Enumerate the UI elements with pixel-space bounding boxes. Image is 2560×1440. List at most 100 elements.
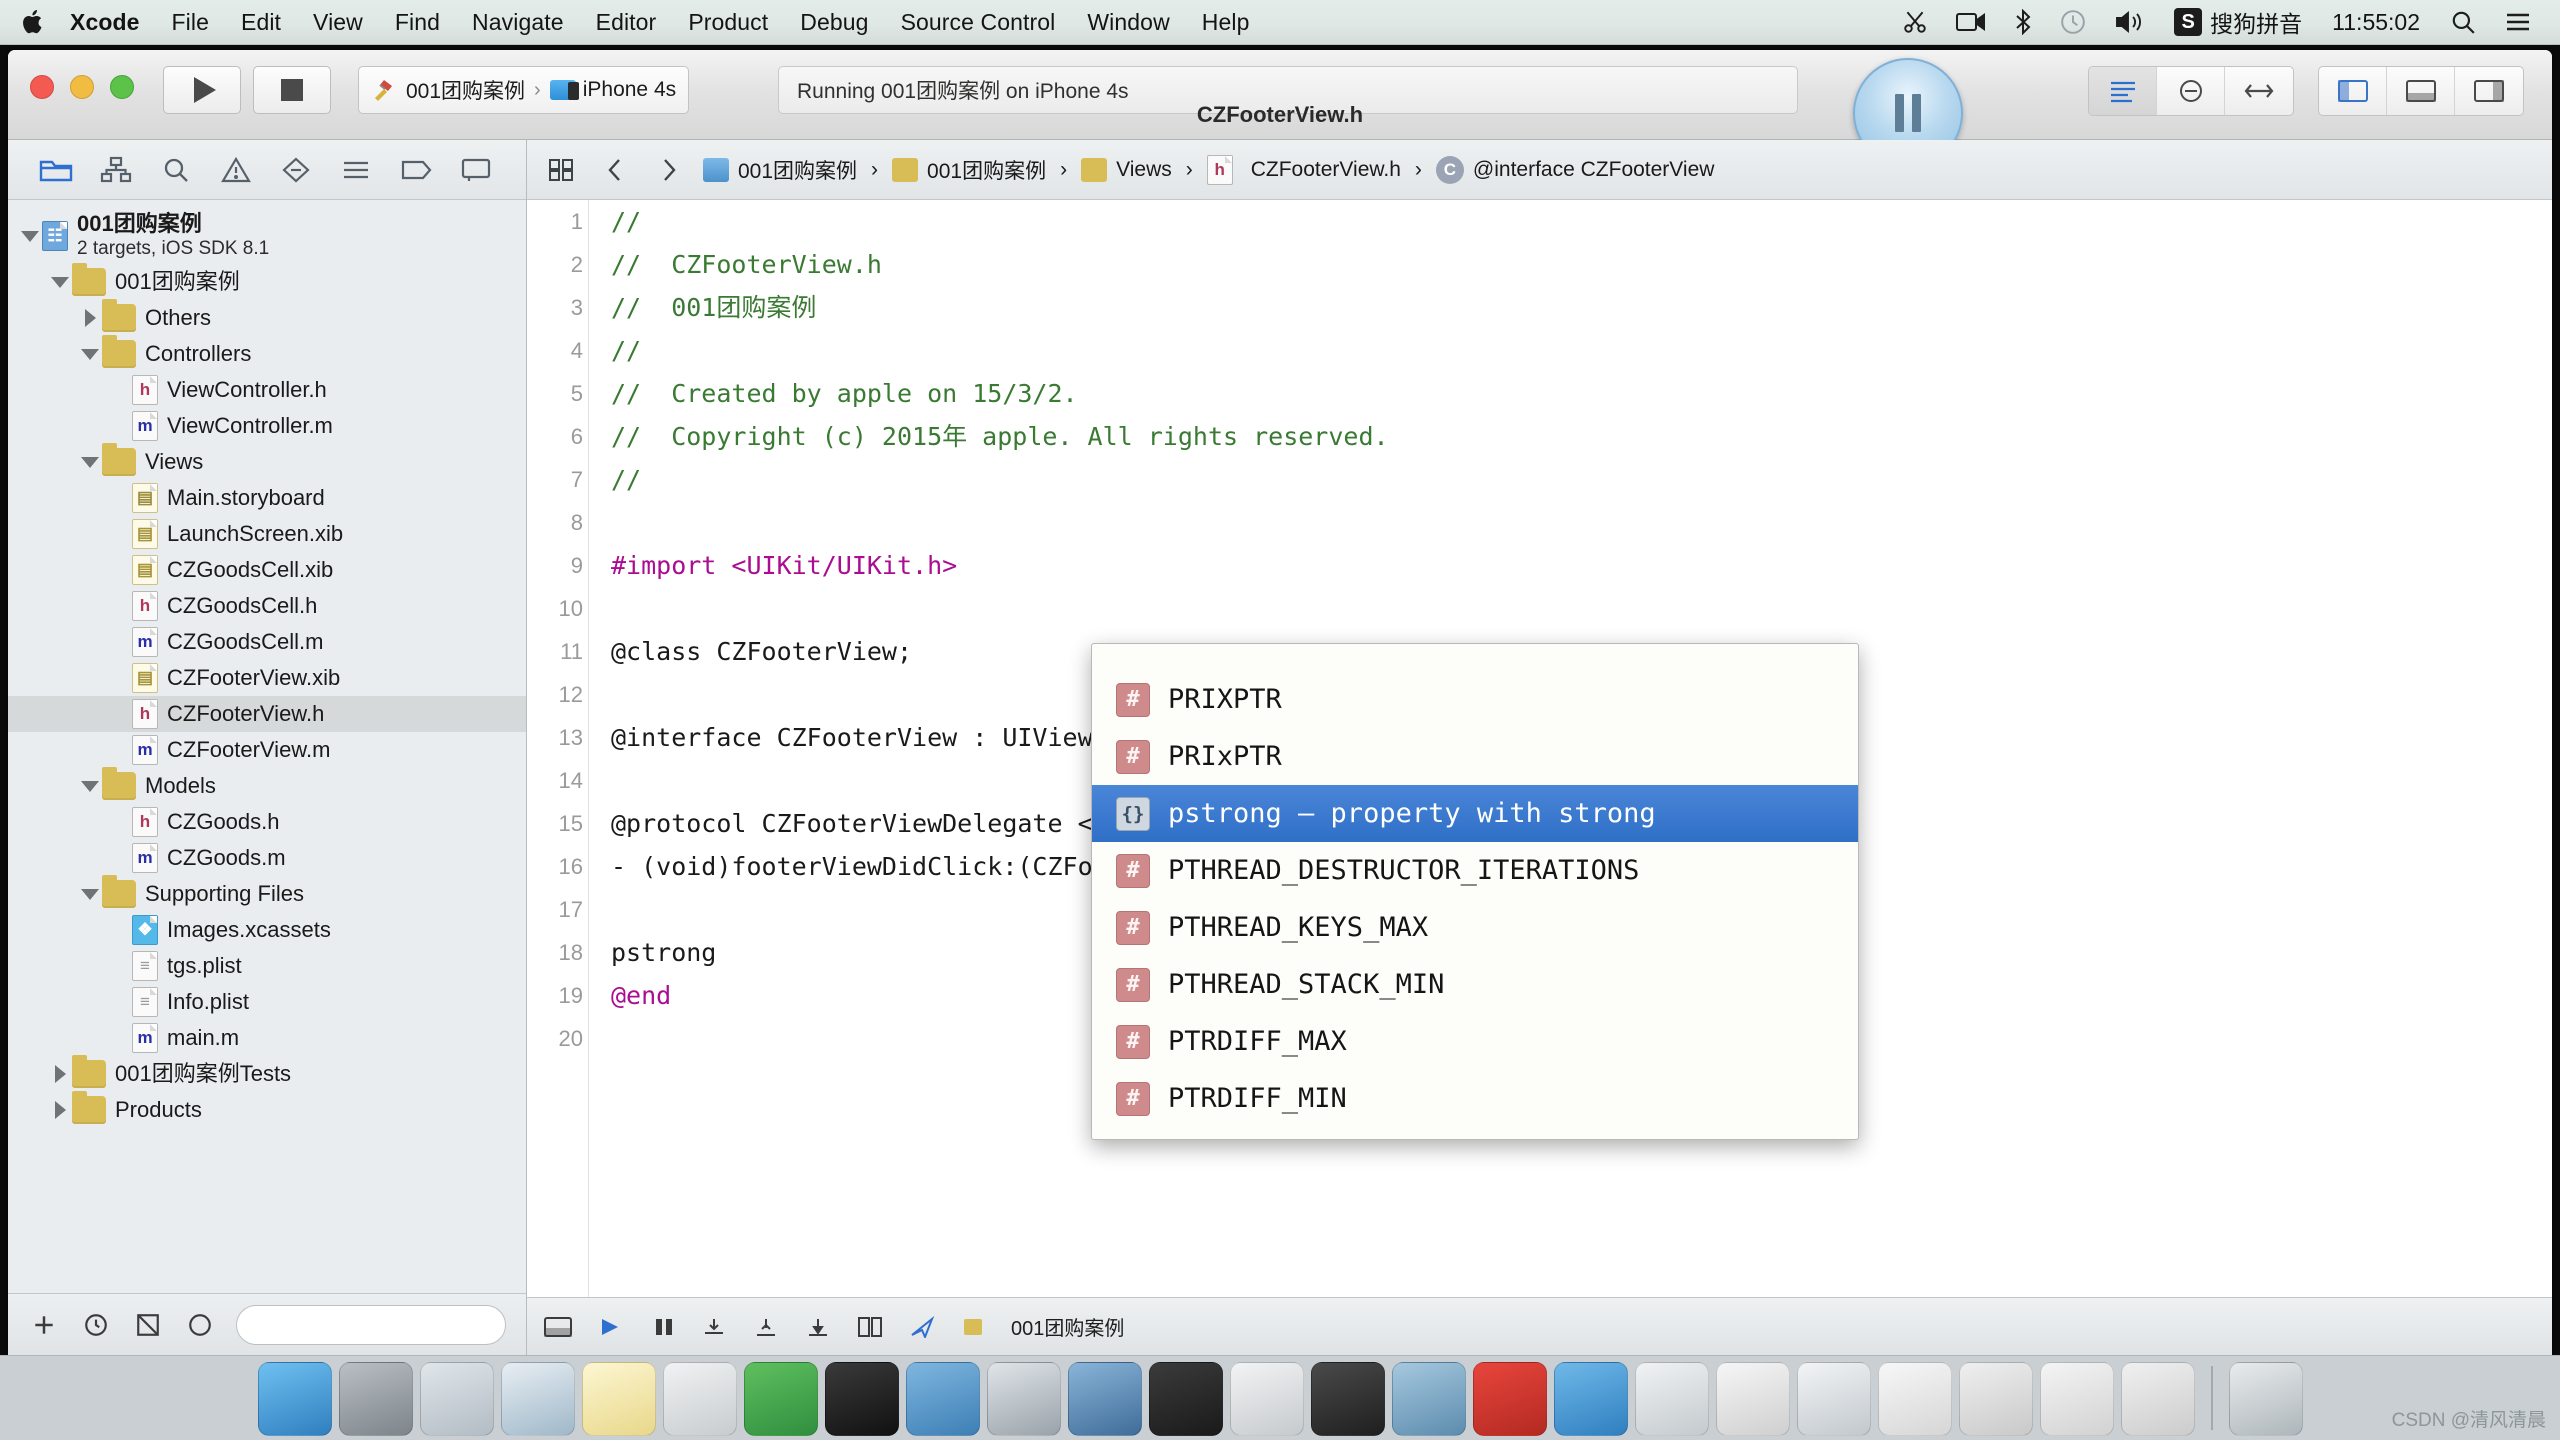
- code-line[interactable]: 10: [527, 587, 2552, 630]
- disclosure-triangle-icon[interactable]: [78, 309, 102, 327]
- menu-item-navigate[interactable]: Navigate: [456, 9, 580, 36]
- disclosure-triangle-icon[interactable]: [18, 230, 42, 242]
- recent-files-icon[interactable]: [70, 1302, 122, 1348]
- view-hierarchy-icon[interactable]: [857, 1316, 883, 1338]
- step-over-icon[interactable]: [653, 1316, 675, 1338]
- apple-logo-icon[interactable]: [14, 8, 54, 36]
- autocomplete-item[interactable]: # PTRDIFF_MIN: [1092, 1070, 1858, 1127]
- tree-row[interactable]: Supporting Files: [8, 875, 526, 912]
- menu-item-file[interactable]: File: [156, 9, 225, 36]
- breadcrumb-item-symbol[interactable]: C @interface CZFooterView: [1435, 155, 1714, 184]
- tree-row[interactable]: ☷ 001团购案例 2 targets, iOS SDK 8.1: [8, 208, 526, 264]
- tree-row[interactable]: ▤ LaunchScreen.xib: [8, 516, 526, 552]
- disclosure-triangle-icon[interactable]: [48, 1065, 72, 1083]
- pixelmator-icon[interactable]: [1148, 1362, 1223, 1436]
- disclosure-triangle-icon[interactable]: [48, 1101, 72, 1119]
- test-navigator-icon[interactable]: [266, 147, 326, 193]
- terminal-icon[interactable]: [824, 1362, 899, 1436]
- launchpad-icon[interactable]: [419, 1362, 494, 1436]
- back-chevron-icon[interactable]: [595, 157, 635, 183]
- menu-item-find[interactable]: Find: [379, 9, 456, 36]
- tree-row[interactable]: Views: [8, 443, 526, 480]
- autocomplete-item[interactable]: # PTHREAD_STACK_MIN: [1092, 956, 1858, 1013]
- code-line[interactable]: 6 // Copyright (c) 2015年 apple. All right…: [527, 415, 2552, 458]
- menu-item-window[interactable]: Window: [1071, 9, 1185, 36]
- autocomplete-item[interactable]: # PTHREAD_KEYS_MAX: [1092, 899, 1858, 956]
- filezilla-icon[interactable]: [1472, 1362, 1547, 1436]
- system-preferences-icon[interactable]: [338, 1362, 413, 1436]
- autocomplete-popup[interactable]: # PRIXPTR # PRIxPTR {} pstrong — property wit…: [1091, 643, 1859, 1140]
- snipaste-icon[interactable]: [1229, 1362, 1304, 1436]
- xcode-icon[interactable]: [1067, 1362, 1142, 1436]
- document-4-icon[interactable]: [2120, 1362, 2195, 1436]
- breadcrumb-item-group[interactable]: 001团购案例: [892, 155, 1046, 185]
- code-line[interactable]: 9 #import <UIKit/UIKit.h>: [527, 544, 2552, 587]
- tree-row[interactable]: Controllers: [8, 335, 526, 372]
- autocomplete-item[interactable]: # PRIXPTR: [1092, 671, 1858, 728]
- step-into-icon[interactable]: [701, 1316, 727, 1338]
- code-line[interactable]: 1 //: [527, 200, 2552, 243]
- tree-row[interactable]: Models: [8, 767, 526, 804]
- report-navigator-icon[interactable]: [446, 147, 506, 193]
- tree-row[interactable]: 001团购案例: [8, 263, 526, 300]
- tree-row[interactable]: ≡ Info.plist: [8, 984, 526, 1020]
- filter-input[interactable]: [236, 1304, 506, 1345]
- tree-row[interactable]: h CZFooterView.h: [8, 696, 526, 732]
- tree-row[interactable]: h ViewController.h: [8, 372, 526, 408]
- tree-row[interactable]: ▤ CZFooterView.xib: [8, 660, 526, 696]
- add-icon[interactable]: [18, 1302, 70, 1348]
- menu-item-view[interactable]: View: [297, 9, 379, 36]
- bluetooth-icon[interactable]: [2000, 0, 2046, 45]
- close-button[interactable]: [30, 75, 54, 99]
- tree-row[interactable]: ❖ Images.xcassets: [8, 912, 526, 948]
- tree-row[interactable]: h CZGoodsCell.h: [8, 588, 526, 624]
- disclosure-triangle-icon[interactable]: [78, 888, 102, 900]
- evernote-icon[interactable]: [743, 1362, 818, 1436]
- autocomplete-item[interactable]: # PTHREAD_DESTRUCTOR_ITERATIONS: [1092, 842, 1858, 899]
- charts-icon[interactable]: [1634, 1362, 1709, 1436]
- app-store-icon[interactable]: [1553, 1362, 1628, 1436]
- autocomplete-item[interactable]: # PRIxPTR: [1092, 728, 1858, 785]
- find-navigator-icon[interactable]: [146, 147, 206, 193]
- breadcrumb-item-project[interactable]: 001团购案例: [703, 155, 857, 185]
- simulate-location-icon[interactable]: [805, 1316, 831, 1338]
- zoom-button[interactable]: [110, 75, 134, 99]
- tree-row[interactable]: ▤ CZGoodsCell.xib: [8, 552, 526, 588]
- tree-row[interactable]: Others: [8, 299, 526, 336]
- disclosure-triangle-icon[interactable]: [78, 348, 102, 360]
- quicktime-icon[interactable]: [1310, 1362, 1385, 1436]
- process-icon[interactable]: [909, 1315, 935, 1338]
- time-machine-icon[interactable]: [2046, 0, 2100, 45]
- fontbook-icon[interactable]: [1715, 1362, 1790, 1436]
- autocomplete-item[interactable]: {} pstrong — property with strong: [1092, 785, 1858, 842]
- tree-row[interactable]: 001团购案例Tests: [8, 1055, 526, 1092]
- symbol-navigator-icon[interactable]: [86, 147, 146, 193]
- code-line[interactable]: 4 //: [527, 329, 2552, 372]
- code-line[interactable]: 2 // CZFooterView.h: [527, 243, 2552, 286]
- menu-item-help[interactable]: Help: [1186, 9, 1266, 36]
- code-line[interactable]: 8: [527, 501, 2552, 544]
- document-3-icon[interactable]: [2039, 1362, 2114, 1436]
- breadcrumb-item-file[interactable]: h CZFooterView.h: [1206, 154, 1401, 185]
- tree-row[interactable]: m CZGoodsCell.m: [8, 624, 526, 660]
- continue-icon[interactable]: [599, 1316, 627, 1338]
- step-out-icon[interactable]: [753, 1316, 779, 1338]
- tree-row[interactable]: m CZGoods.m: [8, 840, 526, 876]
- project-file-tree[interactable]: ☷ 001团购案例 2 targets, iOS SDK 8.1 001团购案例 Oth…: [8, 200, 526, 1293]
- menu-item-debug[interactable]: Debug: [784, 9, 884, 36]
- tree-row[interactable]: m CZFooterView.m: [8, 732, 526, 768]
- tree-row[interactable]: ▤ Main.storyboard: [8, 480, 526, 516]
- scissors-icon[interactable]: [1888, 0, 1942, 45]
- tree-row[interactable]: m ViewController.m: [8, 408, 526, 444]
- preview-icon[interactable]: [1796, 1362, 1871, 1436]
- input-method-indicator[interactable]: S 搜狗拼音: [2160, 0, 2316, 45]
- safari-icon[interactable]: [500, 1362, 575, 1436]
- disclosure-triangle-icon[interactable]: [78, 780, 102, 792]
- finder-icon[interactable]: [257, 1362, 332, 1436]
- menu-item-product[interactable]: Product: [672, 9, 784, 36]
- project-navigator-icon[interactable]: [26, 147, 86, 193]
- scissors-app-icon[interactable]: [662, 1362, 737, 1436]
- code-line[interactable]: 7 //: [527, 458, 2552, 501]
- menu-item-edit[interactable]: Edit: [225, 9, 297, 36]
- disclosure-triangle-icon[interactable]: [78, 456, 102, 468]
